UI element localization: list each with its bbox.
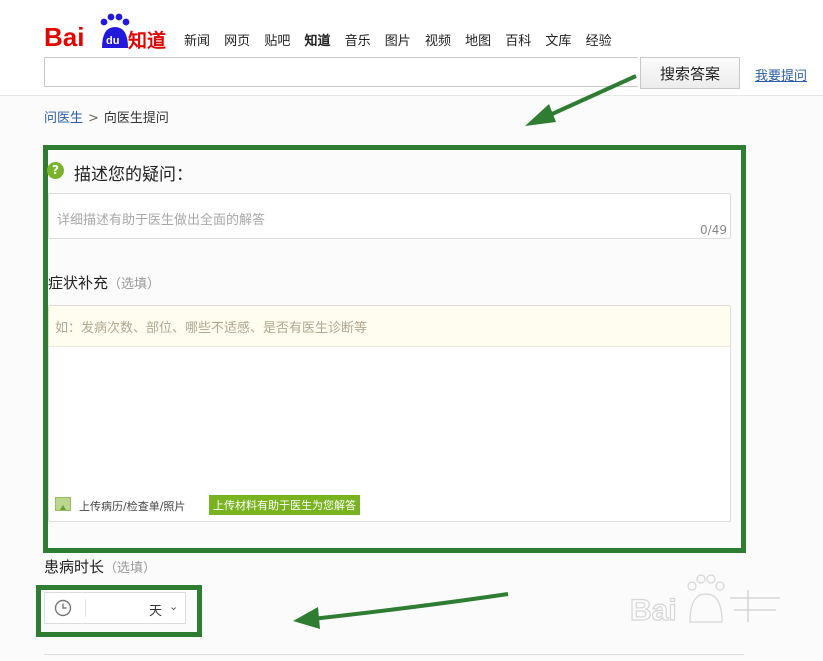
svg-text:知道: 知道 [128, 29, 166, 52]
baidu-zhidao-logo[interactable]: Bai du 知道 [44, 12, 168, 52]
question-circle-icon: ? [47, 162, 64, 179]
question-input[interactable]: 详细描述有助于医生做出全面的解答 0/49 [48, 193, 731, 239]
breadcrumb-ask-doctor-link[interactable]: 问医生 [44, 111, 83, 126]
search-answer-button[interactable]: 搜索答案 [640, 57, 740, 89]
nav-wenku[interactable]: 文库 [545, 34, 571, 49]
svg-text:du: du [106, 35, 119, 47]
clock-icon [54, 599, 72, 617]
annotation-arrow-bottom [293, 592, 509, 629]
duration-label: 患病时长（选填） [44, 556, 156, 577]
search-input[interactable] [44, 57, 638, 87]
symptom-label-text: 症状补充 [48, 274, 109, 292]
symptom-label: 症状补充（选填） [48, 272, 160, 293]
top-nav: 新闻 网页 贴吧 知道 音乐 图片 视频 地图 百科 文库 经验 [184, 30, 622, 49]
duration-select[interactable]: 天 ⌄ [44, 592, 186, 624]
top-bar: Bai du 知道 新闻 网页 贴吧 知道 音乐 图片 视频 地图 百科 文库 … [0, 0, 823, 96]
character-counter: 0/49 [700, 223, 727, 237]
nav-tieba[interactable]: 贴吧 [264, 34, 290, 49]
chevron-down-icon[interactable]: ⌄ [169, 600, 178, 613]
nav-video[interactable]: 视频 [425, 34, 451, 49]
svg-text:Bai: Bai [44, 22, 84, 52]
symptom-textarea[interactable]: 如：发病次数、部位、哪些不适感、是否有医生诊断等 上传病历/检查单/照片 上传材… [48, 305, 731, 522]
symptom-placeholder: 如：发病次数、部位、哪些不适感、是否有医生诊断等 [49, 306, 730, 347]
nav-news[interactable]: 新闻 [184, 34, 210, 49]
question-placeholder: 详细描述有助于医生做出全面的解答 [57, 213, 266, 228]
breadcrumb-current: 向医生提问 [103, 111, 169, 126]
upload-tip-badge: 上传材料有助于医生为您解答 [209, 495, 360, 515]
nav-zhidao[interactable]: 知道 [304, 34, 330, 49]
duration-divider [85, 599, 86, 617]
nav-map[interactable]: 地图 [465, 34, 491, 49]
nav-web[interactable]: 网页 [224, 34, 250, 49]
breadcrumb-separator: > [88, 111, 99, 126]
nav-jingyan[interactable]: 经验 [586, 34, 612, 49]
svg-text:Bai: Bai [630, 594, 677, 627]
duration-optional-tag: （选填） [104, 561, 157, 576]
upload-records-link[interactable]: 上传病历/检查单/照片 [79, 498, 185, 514]
symptom-optional-tag: （选填） [108, 277, 161, 292]
breadcrumb: 问医生 > 向医生提问 [44, 107, 169, 126]
image-upload-icon[interactable] [55, 497, 71, 511]
duration-label-text: 患病时长 [44, 558, 105, 576]
question-title: 描述您的疑问： [74, 165, 193, 185]
nav-music[interactable]: 音乐 [345, 34, 371, 49]
nav-baike[interactable]: 百科 [505, 34, 531, 49]
duration-unit: 天 [149, 604, 163, 619]
nav-images[interactable]: 图片 [385, 34, 411, 49]
ask-question-link[interactable]: 我要提问 [755, 65, 807, 84]
baidu-jingyan-watermark: Bai [630, 574, 780, 628]
